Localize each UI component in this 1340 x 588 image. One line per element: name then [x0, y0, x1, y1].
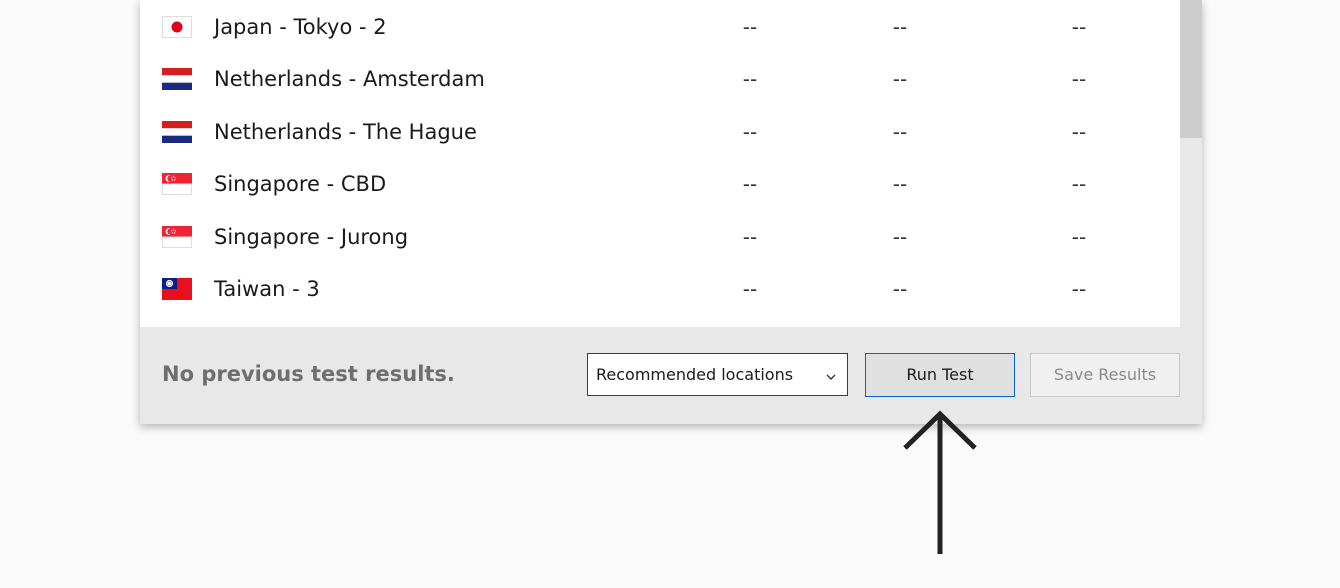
run-test-button[interactable]: Run Test: [865, 353, 1015, 397]
speed-test-window: Japan - Tokyo - 2 -- -- -- Netherlands -…: [140, 0, 1202, 424]
location-value: --: [892, 225, 908, 249]
location-value: --: [892, 277, 908, 301]
location-row[interactable]: Netherlands - The Hague -- -- --: [140, 107, 1180, 159]
location-row[interactable]: Singapore - CBD -- -- --: [140, 159, 1180, 211]
vertical-scrollbar[interactable]: [1180, 0, 1202, 327]
location-value: --: [1071, 67, 1087, 91]
location-value: --: [742, 15, 758, 39]
arrow-up-icon: [900, 408, 980, 558]
location-value: --: [1071, 225, 1087, 249]
location-value: --: [892, 120, 908, 144]
singapore-flag-icon: [162, 226, 192, 248]
location-value: --: [742, 225, 758, 249]
location-value: --: [742, 120, 758, 144]
location-name: Singapore - CBD: [214, 172, 387, 196]
save-results-button: Save Results: [1030, 353, 1180, 397]
location-value: --: [1071, 277, 1087, 301]
location-value: --: [742, 172, 758, 196]
location-list: Japan - Tokyo - 2 -- -- -- Netherlands -…: [140, 0, 1180, 327]
netherlands-flag-icon: [162, 68, 192, 90]
location-name: Netherlands - Amsterdam: [214, 67, 485, 91]
location-row[interactable]: Netherlands - Amsterdam -- -- --: [140, 54, 1180, 106]
location-name: Japan - Tokyo - 2: [214, 15, 387, 39]
location-value: --: [742, 67, 758, 91]
location-row[interactable]: Singapore - Jurong -- -- --: [140, 212, 1180, 264]
location-value: --: [742, 277, 758, 301]
location-value: --: [1071, 15, 1087, 39]
taiwan-flag-icon: [162, 278, 192, 300]
location-value: --: [892, 15, 908, 39]
location-value: --: [892, 67, 908, 91]
location-value: --: [1071, 120, 1087, 144]
location-row[interactable]: Taiwan - 3 -- -- --: [140, 264, 1180, 316]
location-select[interactable]: Recommended locations: [587, 353, 848, 396]
location-name: Taiwan - 3: [214, 277, 320, 301]
netherlands-flag-icon: [162, 121, 192, 143]
chevron-down-icon: [825, 368, 837, 380]
location-row[interactable]: Japan - Tokyo - 2 -- -- --: [140, 2, 1180, 54]
status-text: No previous test results.: [162, 362, 455, 386]
location-name: Singapore - Jurong: [214, 225, 409, 249]
scrollbar-thumb[interactable]: [1180, 0, 1202, 138]
location-value: --: [1071, 172, 1087, 196]
location-name: Netherlands - The Hague: [214, 120, 477, 144]
singapore-flag-icon: [162, 173, 192, 195]
location-value: --: [892, 172, 908, 196]
japan-flag-icon: [162, 16, 192, 38]
location-select-value: Recommended locations: [596, 365, 794, 384]
